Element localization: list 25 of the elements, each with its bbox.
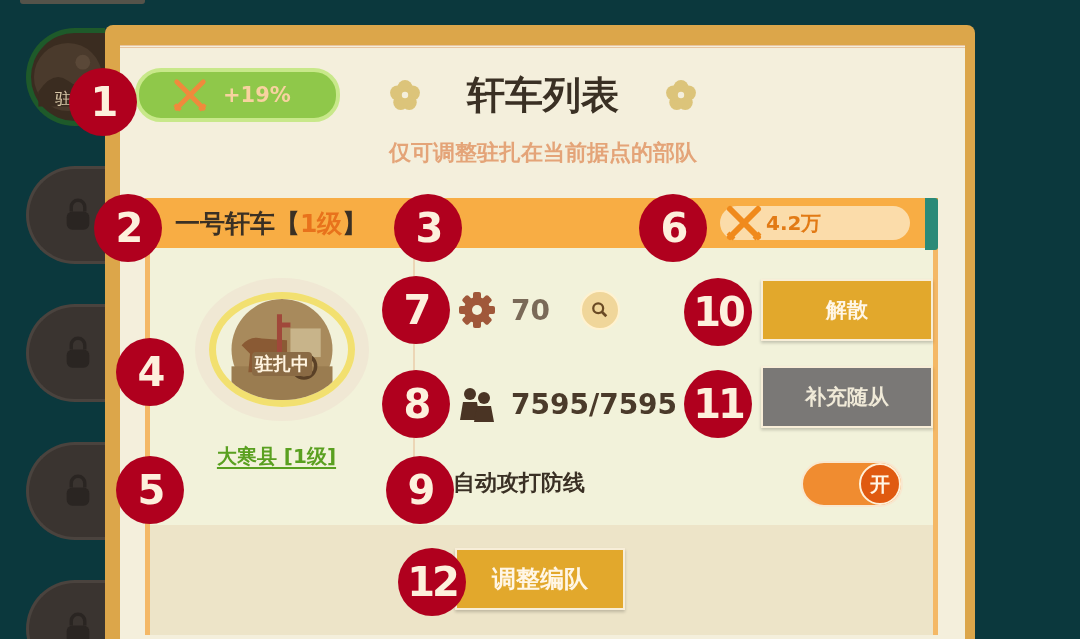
power-value: 4.2万 (766, 209, 822, 237)
gear-icon (457, 290, 497, 330)
flower-icon (664, 79, 697, 111)
crossed-swords-icon (724, 203, 764, 243)
header-end-strip (925, 198, 938, 250)
search-button[interactable] (579, 290, 620, 330)
sidebar-item[interactable] (26, 166, 105, 264)
stat-value: 70 (511, 293, 550, 327)
sidebar-label: 驻 (55, 88, 71, 110)
auto-attack-label: 自动攻打防线 (453, 469, 586, 497)
toggle-switch[interactable]: 开 (801, 461, 903, 507)
flower-icon (388, 79, 421, 111)
status-label: 驻扎中 (251, 352, 312, 376)
action-button[interactable]: 解散 (761, 279, 933, 341)
panel-title: 轩车列表 (466, 71, 619, 119)
panel-subtitle: 仅可调整驻扎在当前据点的部队 (387, 139, 698, 167)
chariot-name: 一号轩车【1级】 (175, 207, 368, 240)
search-icon (590, 301, 609, 319)
stat-value: 7595/7595 (511, 387, 678, 421)
bonus-value: +19% (223, 83, 291, 107)
location-link[interactable]: 大寒县 [1级] (216, 443, 337, 470)
sidebar-item[interactable] (26, 442, 105, 540)
toggle-knob: 开 (859, 463, 901, 505)
crossed-swords-icon (171, 76, 209, 114)
sidebar-item[interactable] (26, 304, 105, 402)
